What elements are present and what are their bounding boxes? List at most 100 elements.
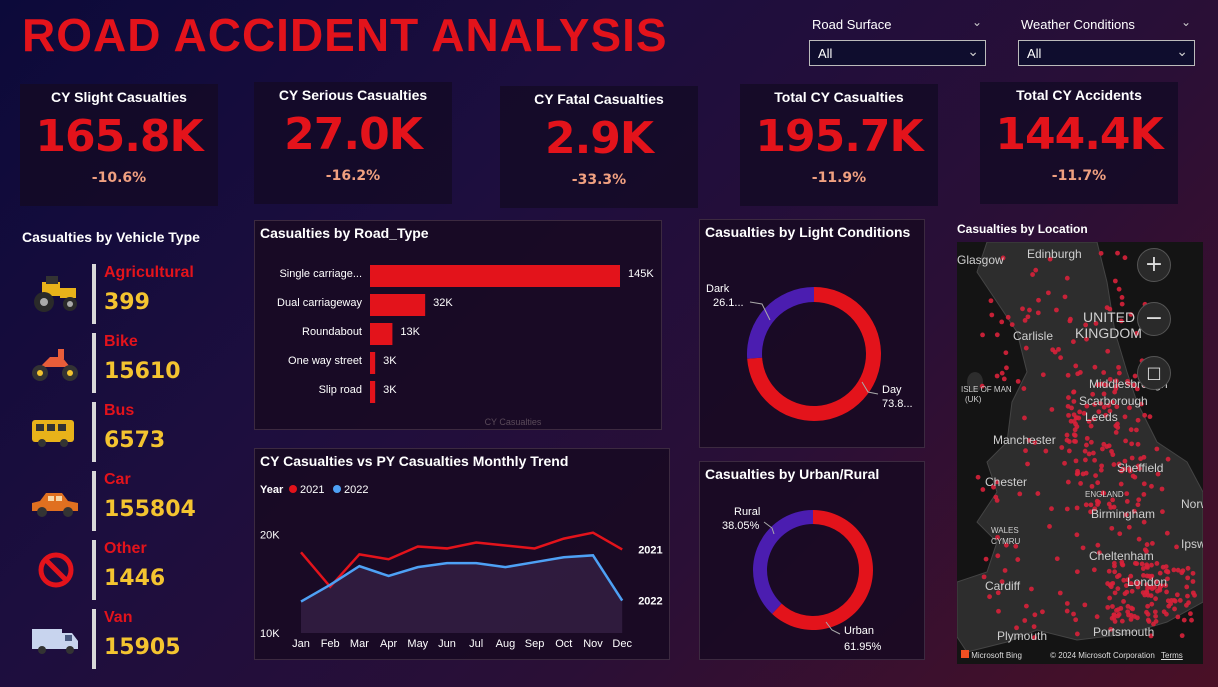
location-point	[1128, 427, 1134, 433]
location-point	[1107, 595, 1113, 601]
location-point	[1071, 611, 1076, 617]
location-point	[1054, 307, 1059, 313]
y-tick-label: 20K	[260, 530, 280, 542]
map-canvas[interactable]: Edinburgh UNITEDKINGDOM Carlisle ISLE OF MA…	[957, 242, 1203, 664]
location-point	[995, 553, 1001, 559]
location-point	[1095, 542, 1101, 548]
trend-lines: Year 2021 2022 10K 20K 2021 2022 Jan Feb Mar Apr Ma…	[260, 484, 663, 650]
kpi-value: 27.0K	[284, 109, 423, 160]
location-point	[1105, 604, 1111, 610]
chevron-down-icon[interactable]: ⌄	[1176, 43, 1188, 60]
slice-name: Urban	[844, 625, 874, 637]
vehicle-value: 15905	[104, 635, 181, 660]
location-point	[1009, 322, 1015, 327]
location-point	[1066, 412, 1071, 418]
location-point	[1005, 314, 1011, 320]
road-surface-label: Road Surface	[812, 17, 892, 32]
location-point	[1065, 479, 1071, 485]
road-surface-dropdown[interactable]: All ⌄	[809, 40, 986, 66]
map-place-label: Plymouth	[997, 629, 1047, 643]
kpi-title: CY Fatal Casualties	[534, 91, 664, 107]
location-point	[1098, 467, 1104, 473]
vehicle-row-van[interactable]: Van 15905	[28, 609, 228, 671]
monthly-trend-chart[interactable]: CY Casualties vs PY Casualties Monthly T…	[254, 448, 670, 660]
location-point	[1189, 617, 1194, 623]
slice-value: 61.95%	[844, 641, 882, 653]
location-point	[1089, 483, 1095, 489]
location-point	[1059, 445, 1065, 450]
x-tick-label: Jan	[292, 638, 310, 650]
vehicle-row-bike[interactable]: Bike 15610	[28, 333, 228, 395]
chevron-down-icon[interactable]: ⌄	[1181, 15, 1191, 29]
vehicle-row-other[interactable]: Other 1446	[28, 540, 228, 602]
location-point	[1054, 556, 1060, 562]
location-point	[1082, 457, 1088, 463]
location-point	[1124, 491, 1130, 497]
location-point	[1136, 497, 1142, 503]
location-point	[1112, 590, 1118, 596]
location-point	[1165, 456, 1171, 462]
location-point	[1172, 606, 1177, 612]
location-point	[1093, 473, 1098, 478]
location-point	[1119, 618, 1125, 624]
map-place-label: London	[1127, 575, 1167, 589]
chevron-down-icon[interactable]: ⌄	[972, 15, 982, 29]
bar	[370, 381, 376, 403]
location-point	[1126, 524, 1132, 530]
location-point	[1121, 577, 1127, 583]
map-terms-link[interactable]: Terms	[1161, 651, 1183, 660]
weather-conditions-slicer[interactable]: Weather Conditions ⌄ All ⌄	[1013, 12, 1199, 68]
location-point	[1074, 569, 1080, 575]
weather-conditions-dropdown[interactable]: All ⌄	[1018, 40, 1195, 66]
x-tick-label: Jul	[469, 638, 483, 650]
location-point	[1116, 370, 1122, 376]
location-point	[1160, 509, 1165, 515]
vehicle-row-bus[interactable]: Bus 6573	[28, 402, 228, 464]
location-point	[1001, 376, 1007, 382]
location-point	[1035, 491, 1041, 496]
location-point	[1181, 617, 1187, 623]
location-point	[1110, 452, 1116, 458]
vehicle-value: 155804	[104, 497, 196, 522]
location-point	[1133, 427, 1139, 433]
slice-name: Day	[882, 384, 902, 396]
chart-title: Casualties by Urban/Rural	[705, 466, 880, 482]
vehicle-row-agricultural[interactable]: Agricultural 399	[28, 264, 228, 326]
road-type-chart[interactable]: Casualties by Road_Type Single carriage.…	[254, 220, 662, 430]
location-point	[1119, 294, 1125, 300]
divider	[92, 540, 96, 600]
location-point	[1043, 448, 1049, 454]
vehicle-row-car[interactable]: Car 155804	[28, 471, 228, 533]
location-point	[1118, 481, 1124, 487]
location-point	[1119, 301, 1125, 307]
location-point	[1112, 278, 1118, 284]
location-point	[1023, 448, 1028, 454]
location-point	[1115, 250, 1120, 256]
road-surface-slicer[interactable]: Road Surface ⌄ All ⌄	[804, 12, 990, 68]
location-point	[1015, 557, 1021, 562]
data-label: 13K	[400, 326, 420, 338]
kpi-value: 165.8K	[35, 111, 203, 162]
kpi-card-serious: CY Serious Casualties 27.0K -16.2%	[254, 82, 452, 204]
map-place-label: Carlisle	[1013, 329, 1053, 343]
location-point	[1190, 570, 1196, 576]
chart-title: Casualties by Light Conditions	[705, 224, 911, 240]
location-point	[1144, 562, 1150, 568]
select-region-icon[interactable]: □	[1137, 356, 1171, 390]
zoom-in-button[interactable]: +	[1137, 248, 1171, 282]
urban-rural-chart[interactable]: Casualties by Urban/Rural Rural 38.05% Urb…	[699, 461, 925, 660]
location-point	[1021, 386, 1027, 391]
chevron-down-icon[interactable]: ⌄	[967, 43, 979, 60]
location-point	[1154, 561, 1160, 566]
location-map[interactable]: Edinburgh UNITED KINGDOM Carlisle ISLE OF MA…	[957, 242, 1203, 664]
zoom-out-button[interactable]: −	[1137, 302, 1171, 336]
legend-title: Year	[260, 484, 284, 496]
location-point	[1179, 570, 1185, 576]
location-point	[988, 298, 994, 304]
location-point	[1144, 542, 1150, 547]
light-conditions-chart[interactable]: Casualties by Light Conditions Dark 26.1.…	[699, 219, 925, 448]
map-place-label: ISLE OF MAN	[961, 385, 1012, 394]
location-point	[1135, 417, 1141, 423]
location-point	[1105, 348, 1111, 354]
vehicle-name: Bus	[104, 402, 135, 419]
